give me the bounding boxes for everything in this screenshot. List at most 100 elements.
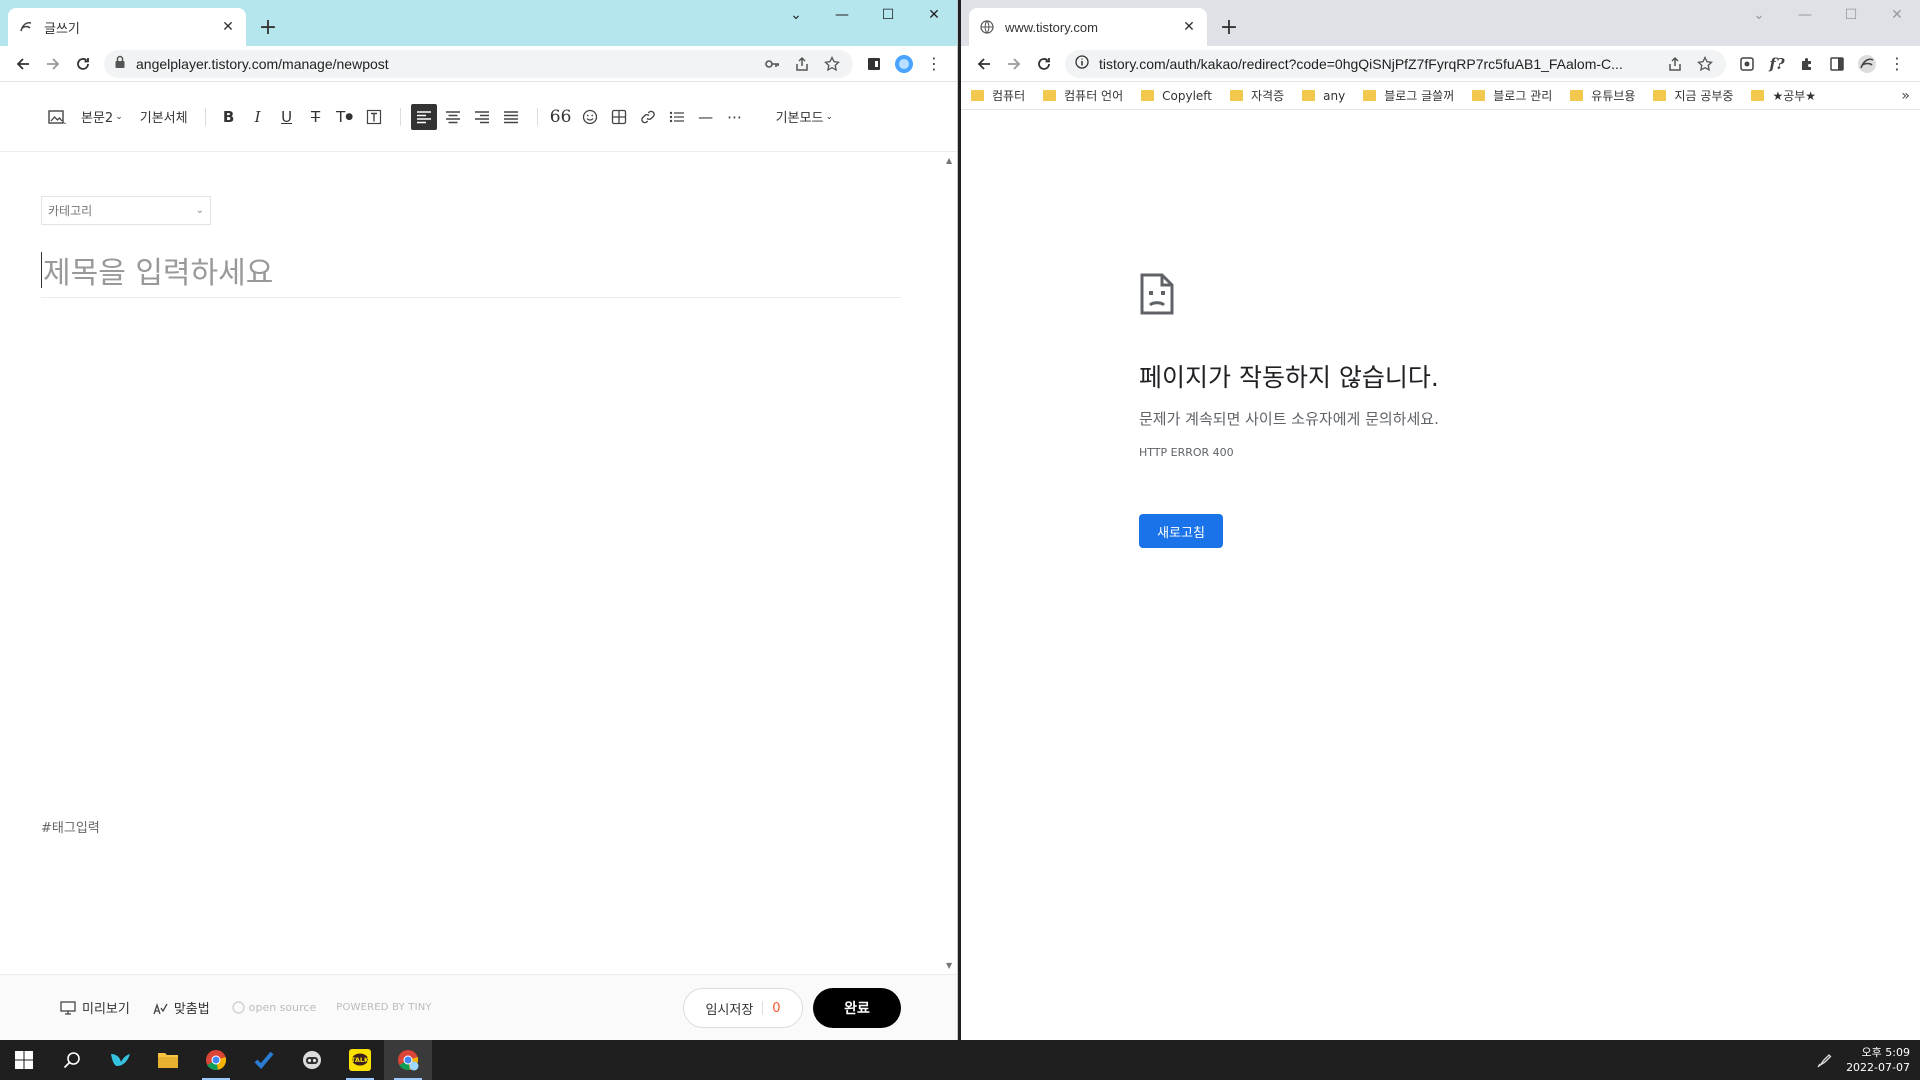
underline-button[interactable]: U [274,104,300,130]
align-left-button[interactable] [410,103,437,130]
bold-button[interactable]: B [216,104,242,130]
font-select[interactable]: 기본서체 [136,104,192,130]
address-bar[interactable]: angelplayer.tistory.com/manage/newpost [104,49,853,78]
chevron-down-icon: ⌄ [825,111,833,122]
file-explorer-icon[interactable] [144,1040,192,1080]
strikethrough-button[interactable]: T [303,104,329,130]
powered-by-tiny[interactable]: POWERED BY TINY [336,1002,432,1013]
spellcheck-button[interactable]: 맞춤법 [152,998,210,1017]
minimize-button[interactable]: — [819,0,865,30]
align-right-button[interactable] [469,104,495,130]
todo-check-icon[interactable] [240,1040,288,1080]
back-button[interactable] [8,49,38,79]
bookmark-folder[interactable]: Copyleft [1141,89,1212,103]
app-robot-icon[interactable] [288,1040,336,1080]
kakaotalk-icon[interactable]: TALK [336,1040,384,1080]
tab-editor[interactable]: 글쓰기 ✕ [8,8,246,46]
menu-kebab-icon[interactable]: ⋮ [1882,49,1912,79]
table-icon[interactable] [606,104,632,130]
bullet-list-icon[interactable] [664,104,690,130]
page-reload-button[interactable]: 새로고침 [1139,514,1223,548]
key-icon[interactable] [761,53,783,75]
reload-button[interactable] [1029,49,1059,79]
title-input[interactable]: 제목을 입력하세요 [41,242,901,298]
lock-icon[interactable] [114,54,126,73]
publish-done-button[interactable]: 완료 [813,988,901,1028]
tab-tistory[interactable]: www.tistory.com ✕ [969,8,1207,46]
scroll-up-icon[interactable]: ▲ [946,156,952,165]
bookmark-folder[interactable]: 지금 공부중 [1653,87,1733,104]
bookmark-folder[interactable]: ★공부★ [1751,87,1816,104]
tag-input[interactable]: #태그입력 [41,817,100,836]
tab-search-icon[interactable]: ⌄ [1736,0,1782,30]
maximize-button[interactable]: ☐ [865,0,911,30]
app-bird-icon[interactable] [96,1040,144,1080]
address-bar[interactable]: tistory.com/auth/kakao/redirect?code=0hg… [1065,49,1726,78]
editor-toolbar: ⌄ 본문2⌄ 기본서체 B I U T T● [0,82,957,152]
link-icon[interactable] [635,104,661,130]
quote-icon[interactable]: 66 [548,104,574,130]
bookmark-folder[interactable]: 블로그 관리 [1472,87,1552,104]
menu-kebab-icon[interactable]: ⋮ [919,49,949,79]
paragraph-style-select[interactable]: 본문2 ⌄ [77,104,127,130]
bookmark-folder[interactable]: any [1302,89,1345,103]
browser-toolbar: tistory.com/auth/kakao/redirect?code=0hg… [961,46,1920,82]
text-color-button[interactable]: T ● [332,104,358,130]
back-button[interactable] [969,49,999,79]
insert-image-button[interactable]: ⌄ [44,104,70,130]
category-select[interactable]: 카테고리 ⌄ [41,196,211,225]
formula-extension-icon[interactable]: f? [1762,49,1792,79]
close-window-button[interactable]: ✕ [1874,0,1920,30]
share-icon[interactable] [791,53,813,75]
bookmarks-overflow-icon[interactable]: » [1901,88,1910,104]
tistory-favicon-icon [18,19,34,35]
open-source-link[interactable]: open source [232,1001,316,1014]
scroll-down-icon[interactable]: ▼ [946,961,952,970]
profile-avatar[interactable] [1852,49,1882,79]
bookmark-star-icon[interactable] [821,53,843,75]
emoticon-icon[interactable] [577,104,603,130]
maximize-button[interactable]: ☐ [1828,0,1874,30]
new-tab-button[interactable]: + [1215,13,1243,41]
extension-square-icon[interactable] [1732,49,1762,79]
share-icon[interactable] [1664,53,1686,75]
editor-mode-select[interactable]: 기본모드 ⌄ [772,104,837,130]
preview-button[interactable]: 미리보기 [60,998,130,1017]
more-options-icon[interactable]: ⋯ [722,104,748,130]
close-tab-icon[interactable]: ✕ [220,19,236,35]
bookmark-folder[interactable]: 자격증 [1230,87,1284,104]
start-button[interactable] [0,1040,48,1080]
system-clock[interactable]: 오후 5:09 2022-07-07 [1840,1045,1920,1075]
preview-label: 미리보기 [82,1002,130,1017]
reload-button[interactable] [68,49,98,79]
minimize-button[interactable]: — [1782,0,1828,30]
align-justify-button[interactable] [498,104,524,130]
tab-search-icon[interactable]: ⌄ [773,0,819,30]
bookmark-folder[interactable]: 컴퓨터 언어 [1043,87,1123,104]
search-icon[interactable] [48,1040,96,1080]
side-panel-icon[interactable] [1822,49,1852,79]
close-tab-icon[interactable]: ✕ [1181,19,1197,35]
profile-avatar[interactable] [889,49,919,79]
bookmark-folder[interactable]: 컴퓨터 [971,87,1025,104]
pen-input-icon[interactable] [1810,1040,1840,1080]
bookmark-star-icon[interactable] [1694,53,1716,75]
puzzle-extensions-icon[interactable] [1792,49,1822,79]
close-window-button[interactable]: ✕ [911,0,957,30]
site-info-icon[interactable] [1075,54,1089,73]
bookmark-folder[interactable]: 블로그 글쓸꺼 [1363,87,1454,104]
chrome-icon[interactable] [192,1040,240,1080]
italic-button[interactable]: I [245,104,271,130]
forward-button[interactable] [38,49,68,79]
text-background-button[interactable] [361,104,387,130]
horizontal-rule-icon[interactable]: — [693,104,719,130]
chrome-profile-icon[interactable] [384,1040,432,1080]
editor-scrollbar[interactable]: ▲ ▼ [943,152,957,974]
extension-icon[interactable] [859,49,889,79]
temp-save-button[interactable]: 임시저장 0 [683,988,803,1028]
chevron-down-icon: ⌄ [115,111,123,122]
forward-button[interactable] [999,49,1029,79]
bookmark-folder[interactable]: 유튜브용 [1570,87,1635,104]
new-tab-button[interactable]: + [254,13,282,41]
align-center-button[interactable] [440,104,466,130]
